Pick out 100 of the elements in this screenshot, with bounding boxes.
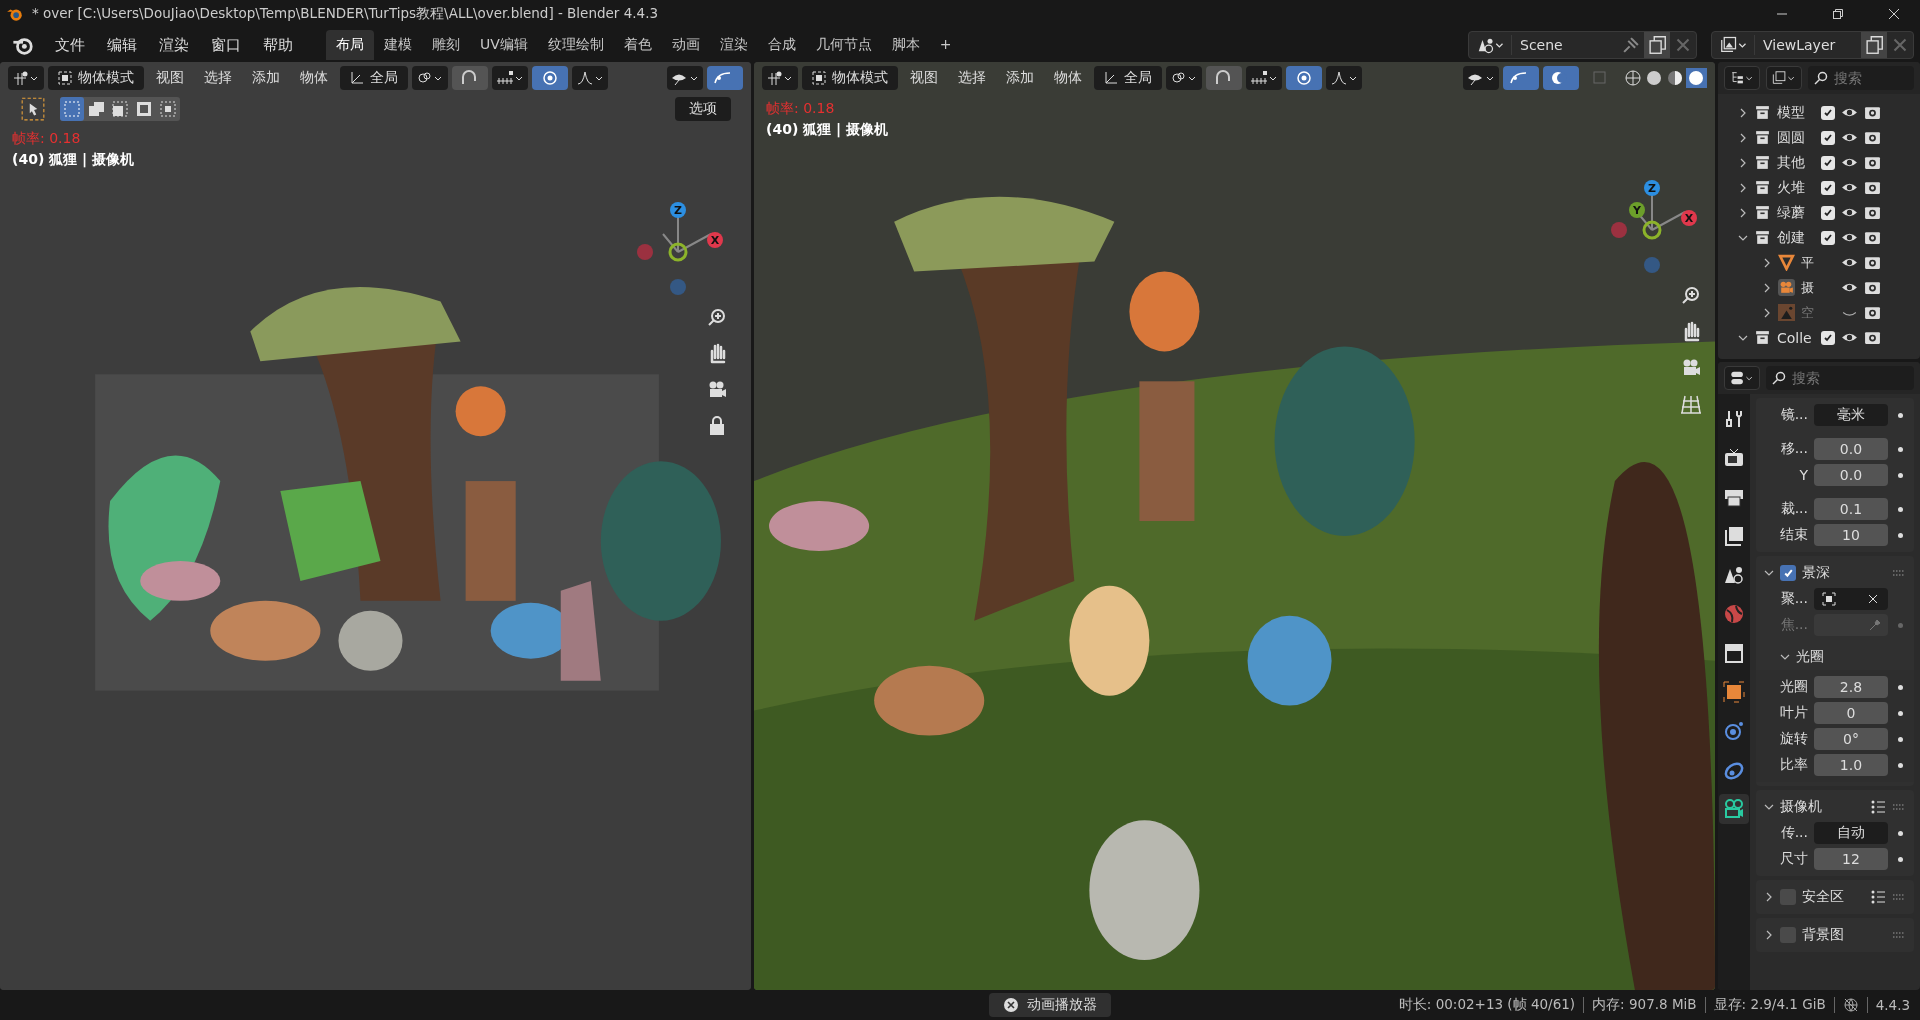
menu-item[interactable]: 渲染 <box>150 32 198 58</box>
workspace-tab[interactable]: 纹理绘制 <box>537 30 614 60</box>
outliner-item[interactable]: 绿蘑 <box>1777 203 1815 222</box>
header-menu[interactable]: 选择 <box>196 66 240 90</box>
keyframe-dot-icon[interactable] <box>1898 532 1903 538</box>
keyframe-dot-icon[interactable] <box>1898 830 1903 836</box>
menu-item[interactable]: 文件 <box>46 32 94 58</box>
workspace-tab[interactable]: 渲染 <box>709 30 758 60</box>
exclude-checkbox[interactable] <box>1821 105 1835 120</box>
render-camera-icon[interactable] <box>1864 254 1881 271</box>
gizmo-toggle-icon[interactable] <box>707 66 743 90</box>
axis-handle[interactable]: X <box>1681 210 1697 226</box>
snap-increment-icon[interactable] <box>1246 66 1282 90</box>
drag-handle-icon[interactable] <box>1892 804 1906 810</box>
eyedropper-icon[interactable] <box>1868 618 1882 632</box>
number-field[interactable]: 1.0 <box>1814 754 1888 776</box>
workspace-tab[interactable]: 建模 <box>374 30 422 60</box>
select-cursor-icon[interactable] <box>20 96 46 122</box>
axis-handle[interactable] <box>1642 220 1662 240</box>
keyframe-dot-icon[interactable] <box>1898 736 1903 742</box>
workspace-tab[interactable]: 动画 <box>661 30 710 60</box>
workspace-tab[interactable]: 几何节点 <box>805 30 882 60</box>
number-field[interactable]: 0 <box>1814 702 1888 724</box>
render-camera-icon[interactable] <box>1864 154 1881 171</box>
falloff-curve-icon[interactable] <box>1326 66 1362 90</box>
outliner-item[interactable]: 创建 <box>1777 228 1815 247</box>
search-field[interactable]: 搜索 <box>1766 366 1914 390</box>
axis-handle[interactable]: Y <box>1629 202 1645 218</box>
distance-field[interactable] <box>1814 614 1888 636</box>
clear-icon[interactable] <box>1866 592 1880 606</box>
unit-dropdown[interactable]: 毫米 <box>1814 404 1888 426</box>
editor-type-icon[interactable] <box>1724 366 1760 390</box>
render-camera-icon[interactable] <box>1864 304 1881 321</box>
pivot-point-icon[interactable] <box>412 66 448 90</box>
snap-magnet-icon[interactable] <box>1206 66 1242 90</box>
snap-increment-icon[interactable] <box>492 66 528 90</box>
menu-item[interactable]: 编辑 <box>98 32 146 58</box>
render-camera-icon[interactable] <box>1864 129 1881 146</box>
exclude-checkbox[interactable] <box>1821 330 1835 345</box>
render-camera-icon[interactable] <box>1864 204 1881 221</box>
add-workspace-button[interactable]: + <box>929 30 962 60</box>
keyframe-dot-icon[interactable] <box>1898 762 1903 768</box>
preset-list-icon[interactable] <box>1870 889 1886 905</box>
proportional-edit-icon[interactable] <box>1286 66 1322 90</box>
checkbox[interactable] <box>1780 927 1796 943</box>
shading-modes-icon[interactable] <box>1623 67 1707 89</box>
workspace-tab[interactable]: 雕刻 <box>422 30 470 60</box>
workspace-tab[interactable]: 合成 <box>757 30 806 60</box>
keyframe-dot-icon[interactable] <box>1898 506 1903 512</box>
drag-handle-icon[interactable] <box>1892 894 1906 900</box>
header-menu[interactable]: 视图 <box>148 66 192 90</box>
outliner-item[interactable]: 平 <box>1801 253 1815 272</box>
checkbox[interactable] <box>1780 565 1796 581</box>
object-picker-field[interactable] <box>1814 588 1888 610</box>
header-menu[interactable]: 添加 <box>998 66 1042 90</box>
render-camera-icon[interactable] <box>1864 279 1881 296</box>
number-field[interactable]: 0.1 <box>1814 498 1888 520</box>
snap-magnet-icon[interactable] <box>452 66 488 90</box>
subpanel-title[interactable]: 光圈 <box>1796 648 1824 666</box>
exclude-checkbox[interactable] <box>1821 155 1835 170</box>
close-icon[interactable] <box>1888 8 1900 20</box>
axis-handle[interactable] <box>670 279 686 295</box>
render-camera-icon[interactable] <box>1864 104 1881 121</box>
orientation-dropdown[interactable]: 全局 <box>1094 66 1162 90</box>
selection-modes-icon[interactable] <box>60 97 180 121</box>
camera-icon[interactable] <box>1719 794 1749 824</box>
header-menu[interactable]: 添加 <box>244 66 288 90</box>
number-field[interactable]: 0.0 <box>1814 464 1888 486</box>
orientation-dropdown[interactable]: 全局 <box>340 66 408 90</box>
outliner-item[interactable]: 模型 <box>1777 103 1815 122</box>
navigation-gizmo[interactable]: Z X <box>623 192 733 302</box>
axis-handle[interactable]: X <box>707 232 723 248</box>
outliner-item[interactable]: Colle <box>1777 329 1815 346</box>
pivot-point-icon[interactable] <box>1166 66 1202 90</box>
panel-title[interactable]: 景深 <box>1802 564 1830 582</box>
mode-dropdown[interactable]: 物体模式 <box>48 66 144 90</box>
keyframe-dot-icon[interactable] <box>1898 684 1903 690</box>
axis-handle[interactable] <box>1611 222 1627 238</box>
falloff-curve-icon[interactable] <box>572 66 608 90</box>
visibility-icon[interactable] <box>1463 66 1499 90</box>
header-menu[interactable]: 物体 <box>292 66 336 90</box>
keyframe-dot-icon[interactable] <box>1898 856 1903 862</box>
header-menu[interactable]: 视图 <box>902 66 946 90</box>
exclude-checkbox[interactable] <box>1821 130 1835 145</box>
number-field[interactable]: 12 <box>1814 848 1888 870</box>
overlay-toggle-icon[interactable] <box>1543 66 1579 90</box>
checkbox[interactable] <box>1780 889 1796 905</box>
number-field[interactable]: 10 <box>1814 524 1888 546</box>
panel-title[interactable]: 摄像机 <box>1780 798 1822 816</box>
exclude-checkbox[interactable] <box>1821 180 1835 195</box>
keyframe-dot-icon[interactable] <box>1898 622 1903 628</box>
render-camera-icon[interactable] <box>1864 229 1881 246</box>
outliner-item[interactable]: 摄 <box>1801 278 1815 297</box>
panel-title[interactable]: 安全区 <box>1802 888 1844 906</box>
panel-title[interactable]: 背景图 <box>1802 926 1844 944</box>
axis-handle[interactable]: Z <box>670 202 686 218</box>
render-camera-icon[interactable] <box>1864 329 1881 346</box>
menu-item[interactable]: 窗口 <box>202 32 250 58</box>
outliner-item[interactable]: 其他 <box>1777 153 1815 172</box>
axis-handle[interactable]: Z <box>1644 180 1660 196</box>
